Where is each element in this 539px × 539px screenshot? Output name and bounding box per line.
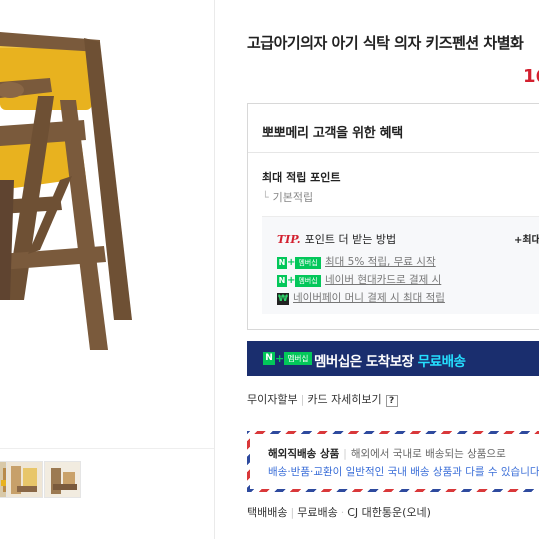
tree-branch-icon: └ [262,191,269,204]
product-image-pane [0,0,214,539]
tip-max-value: +최대 [514,235,539,246]
tip-heading-text: 포인트 더 받는 방법 [304,233,397,246]
tip-row-text[interactable]: 네이버 현대카드로 결제 시 [325,274,441,286]
tip-label: TIP. [277,233,301,246]
tip-row-text[interactable]: 최대 5% 적립, 무료 시작 [325,256,436,268]
divider [248,152,539,153]
tip-heading: TIP. 포인트 더 받는 방법 [277,231,396,247]
overseas-desc: 해외에서 국내로 배송되는 상품으로 [350,448,506,460]
tip-row-text[interactable]: 네이버페이 머니 결제 시 최대 적립 [293,292,445,304]
product-title: 고급아기의자 아기 식탁 의자 키즈펜션 차별화 [247,34,524,52]
thumbnail-2[interactable] [6,461,43,498]
basic-point-row: └ 기본적립 [262,189,313,205]
overseas-line: 해외직배송 상품 | 해외에서 국내로 배송되는 상품으로 [268,448,506,460]
thumbnail-3[interactable] [44,461,81,498]
naver-membership-badge-icon: N + 멤버십 [277,256,321,269]
shipping-carrier: CJ 대한통운(오네) [347,506,431,519]
card-detail-link[interactable]: 카드 자세히보기 [307,393,381,406]
naver-pay-icon: ₩ [277,293,289,305]
max-point-label: 최대 적립 포인트 [262,171,341,184]
naver-membership-badge-icon: N + 멤버십 [263,352,312,365]
membership-banner[interactable]: N + 멤버십 멤버십은 도착보장 무료배송 [247,341,539,376]
tip-row-pay[interactable]: ₩ 네이버페이 머니 결제 시 최대 적립 [277,290,445,305]
shipping-type: 택배배송 [247,506,288,519]
naver-membership-badge-icon: N + 멤버십 [277,274,321,287]
installment-row: 무이자할부 | 카드 자세히보기? [247,391,398,407]
tip-row-membership[interactable]: N + 멤버십 최대 5% 적립, 무료 시작 [277,254,436,269]
product-price: 16 [523,66,539,87]
overseas-label: 해외직배송 상품 [268,448,340,460]
chair-illustration [0,32,132,350]
overseas-notice: 배송·반품·교환이 일반적인 국내 배송 상품과 다를 수 있습니다 [268,466,539,478]
installment-label: 무이자할부 [247,393,298,406]
banner-highlight: 무료배송 [417,354,466,370]
benefit-box: 뽀뽀메리 고객을 위한 혜택 최대 적립 포인트 └ 기본적립 TIP. 포인트 더… [247,103,539,330]
overseas-shipping-notice: 해외직배송 상품 | 해외에서 국내로 배송되는 상품으로 배송·반품·교환이 일반… [247,431,539,492]
tip-box: TIP. 포인트 더 받는 방법 +최대 N + 멤버십 최대 5% 적립, 무료 시작… [262,216,539,314]
shipping-row: 택배배송 | 무료배송 · CJ 대한통운(오네) [247,506,431,519]
help-icon[interactable]: ? [385,395,398,407]
tip-row-card[interactable]: N + 멤버십 네이버 현대카드로 결제 시 [277,272,441,287]
pane-separator [214,0,215,539]
product-main-image[interactable] [0,0,214,450]
divider [0,448,214,449]
benefit-title: 뽀뽀메리 고객을 위한 혜택 [262,126,403,141]
banner-text: 멤버십은 도착보장 무료배송 [314,354,466,370]
shipping-fee: 무료배송 [297,506,338,519]
basic-point-label: 기본적립 [272,191,314,204]
